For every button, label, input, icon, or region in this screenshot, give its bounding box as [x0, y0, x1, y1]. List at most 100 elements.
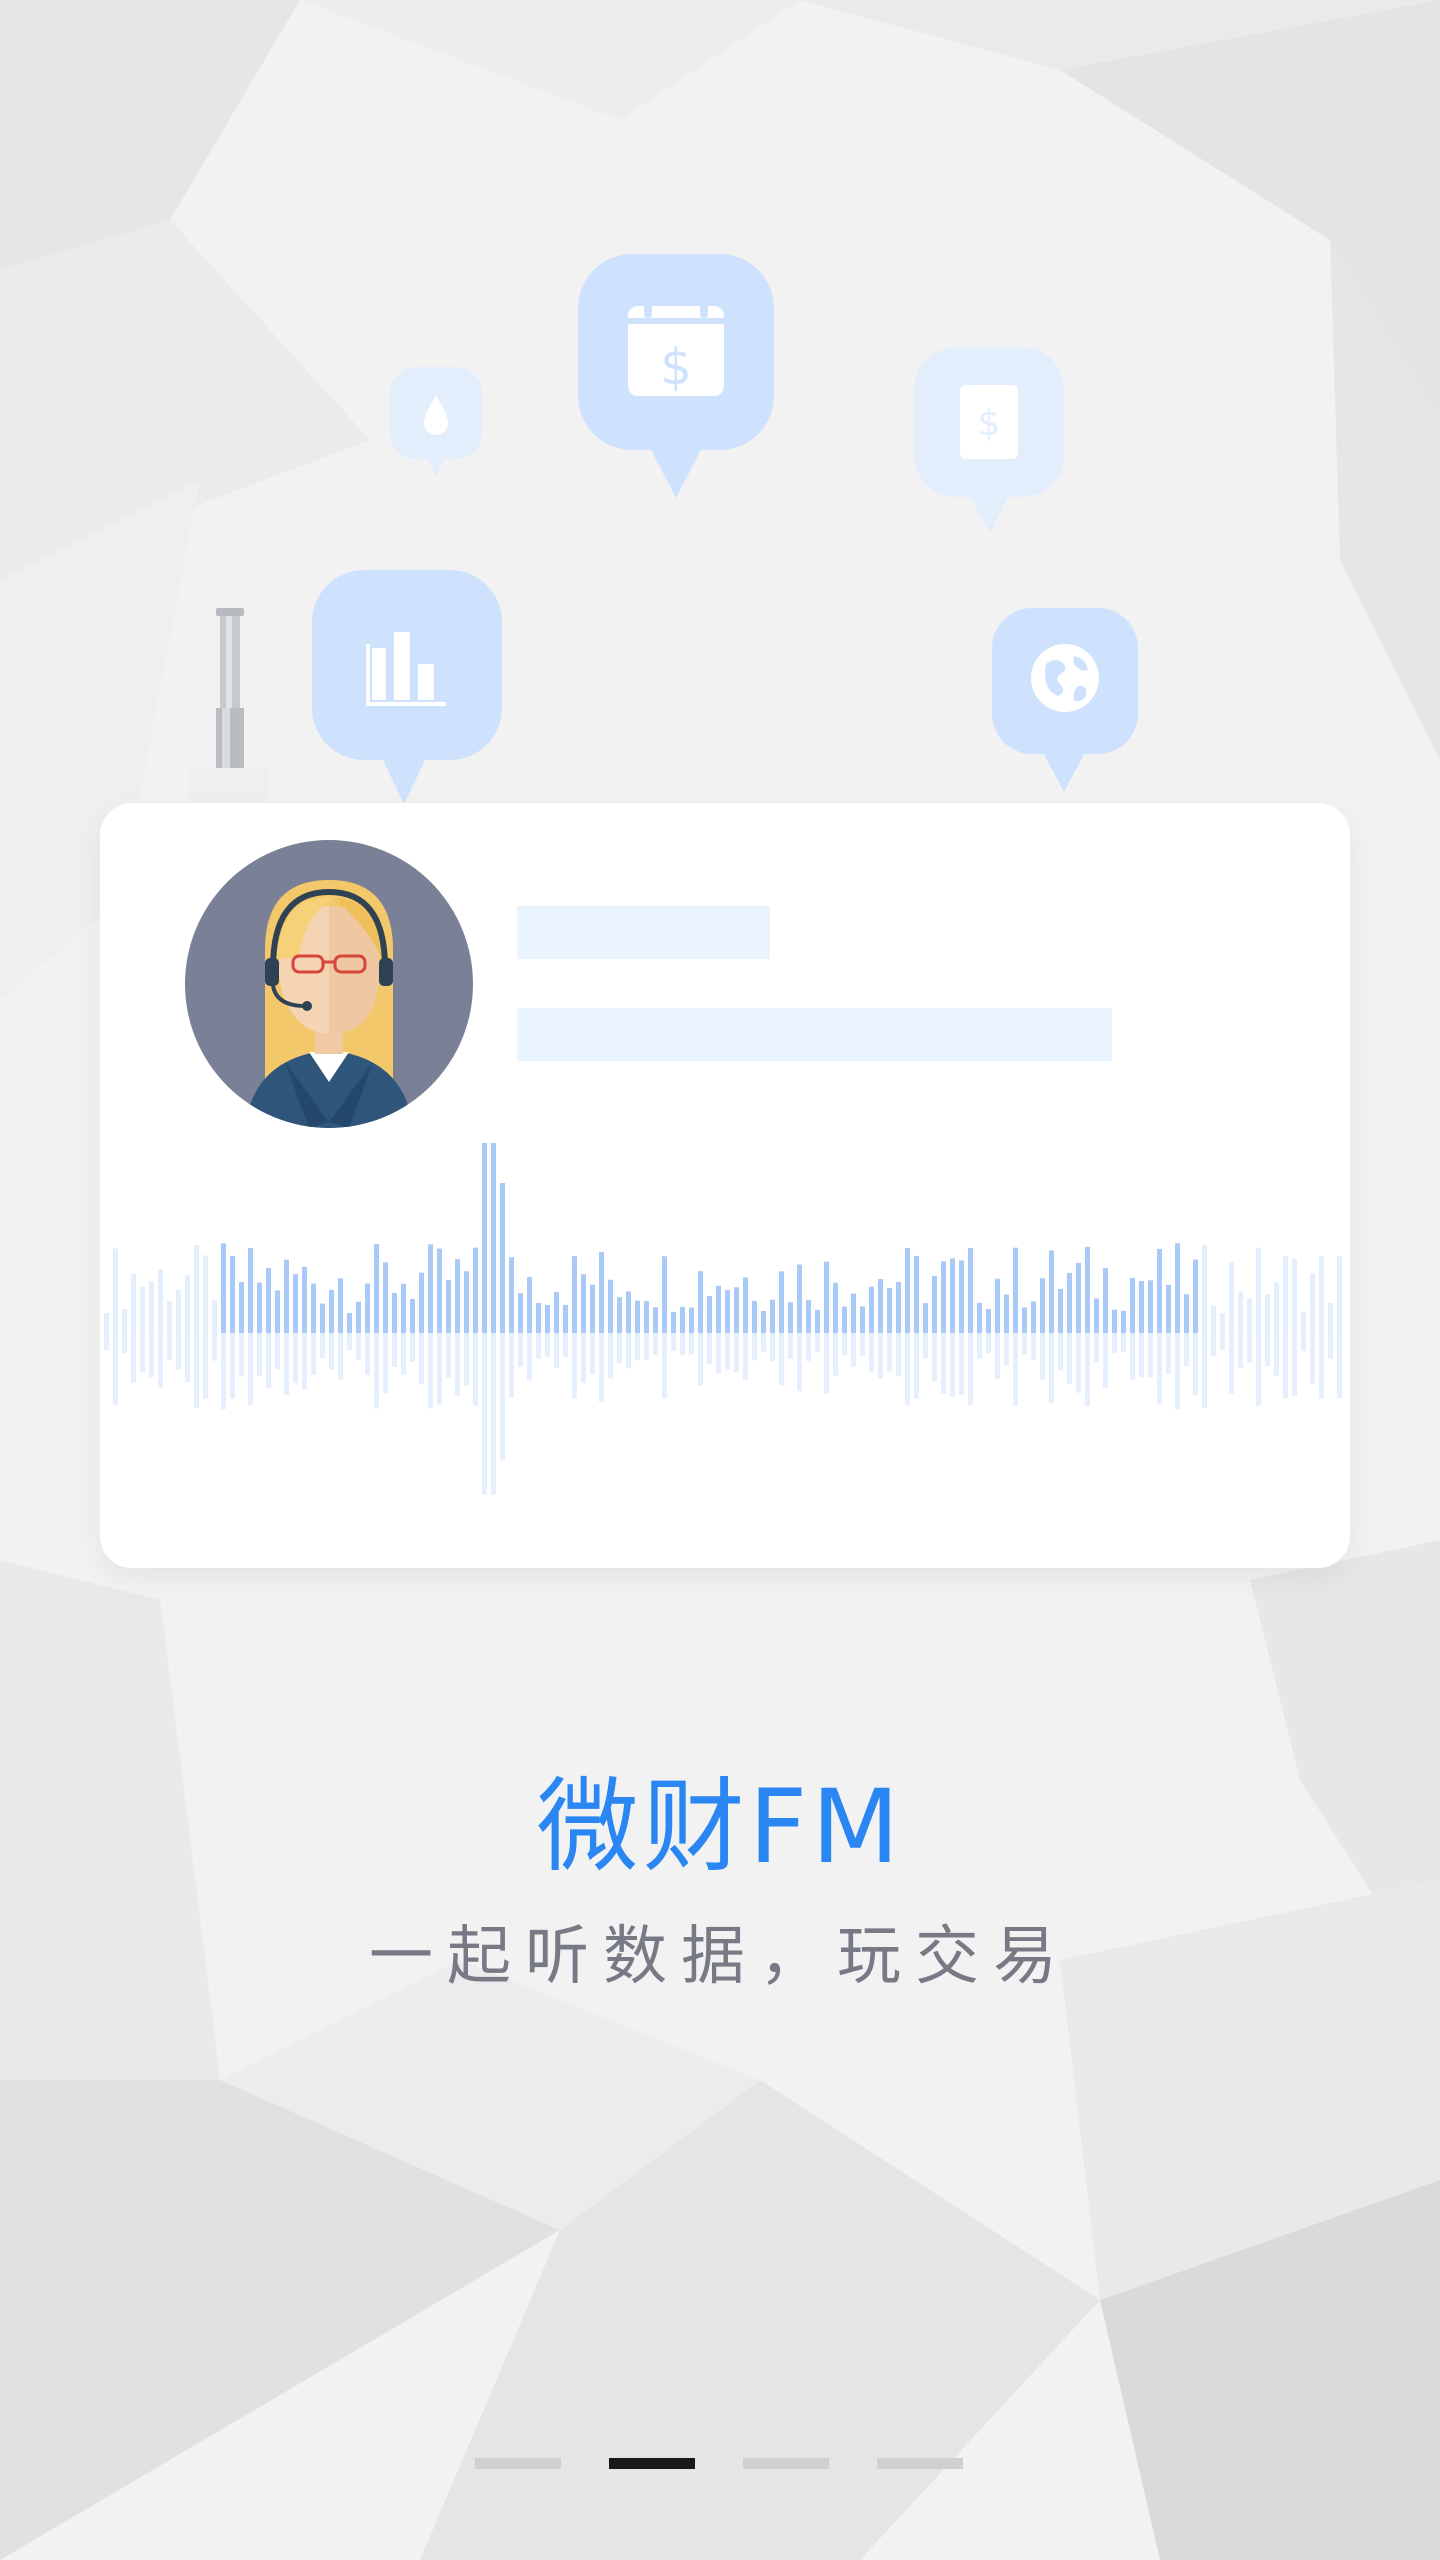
waveform-bar — [1148, 1280, 1153, 1333]
waveform-bar — [779, 1271, 784, 1333]
waveform-bar — [770, 1299, 775, 1333]
waveform-bar — [788, 1302, 793, 1333]
waveform-bar — [329, 1289, 334, 1333]
waveform-bar — [707, 1296, 712, 1333]
waveform-reflection — [905, 1333, 910, 1406]
waveform-bar — [158, 1269, 163, 1333]
waveform-bar — [482, 1143, 487, 1333]
waveform-bar — [554, 1291, 559, 1333]
waveform-bar — [1319, 1255, 1324, 1333]
waveform-bar — [167, 1301, 172, 1333]
waveform-bar — [302, 1266, 307, 1333]
waveform-reflection — [887, 1333, 892, 1372]
waveform-reflection — [914, 1333, 919, 1399]
waveform-reflection — [311, 1333, 316, 1375]
waveform-reflection — [1229, 1333, 1234, 1394]
waveform-reflection — [536, 1333, 541, 1359]
waveform-bar — [887, 1287, 892, 1333]
waveform-bar — [653, 1307, 658, 1333]
bar-chart-bubble — [310, 568, 504, 808]
waveform-bar — [590, 1284, 595, 1333]
host-avatar-icon — [245, 880, 413, 1128]
waveform-bar — [698, 1271, 703, 1333]
waveform-bar — [131, 1273, 136, 1333]
waveform-bar — [662, 1256, 667, 1333]
waveform-reflection — [626, 1333, 631, 1369]
waveform-bar — [878, 1279, 883, 1333]
waveform-reflection — [1013, 1333, 1018, 1406]
waveform-reflection — [410, 1333, 415, 1362]
waveform-bar — [509, 1257, 514, 1333]
waveform-bar — [941, 1261, 946, 1333]
page-dot-1[interactable] — [475, 2458, 561, 2469]
page-dot-4[interactable] — [877, 2458, 963, 2469]
waveform-bar — [248, 1248, 253, 1333]
waveform-bar — [896, 1281, 901, 1333]
radio-card — [100, 803, 1350, 1568]
page-dot-3[interactable] — [743, 2458, 829, 2469]
waveform-reflection — [1166, 1333, 1171, 1374]
waveform-bar — [347, 1312, 352, 1333]
waveform-reflection — [1256, 1333, 1261, 1406]
water-drop-bubble — [388, 365, 484, 485]
waveform-reflection — [1157, 1333, 1162, 1405]
waveform-bar — [932, 1275, 937, 1333]
waveform-reflection — [329, 1333, 334, 1370]
waveform-bar — [1337, 1256, 1342, 1333]
waveform-reflection — [599, 1333, 604, 1402]
waveform-reflection — [968, 1333, 973, 1406]
waveform-reflection — [941, 1333, 946, 1394]
waveform-reflection — [689, 1333, 694, 1355]
waveform-reflection — [401, 1333, 406, 1375]
waveform-bar — [824, 1261, 829, 1333]
waveform-bar — [806, 1300, 811, 1333]
app-subtitle: 一起听数据，玩交易 — [369, 1920, 1071, 1994]
waveform-bar — [293, 1274, 298, 1333]
waveform-reflection — [302, 1333, 307, 1390]
waveform-bar — [1103, 1268, 1108, 1333]
waveform-reflection — [1211, 1333, 1216, 1357]
waveform-bar — [599, 1251, 604, 1333]
waveform-reflection — [1283, 1333, 1288, 1399]
svg-text:$: $ — [660, 338, 692, 396]
waveform-reflection — [482, 1333, 487, 1495]
page-dot-2[interactable] — [609, 2458, 695, 2469]
waveform-reflection — [779, 1333, 784, 1386]
audio-waveform — [104, 1143, 1342, 1495]
waveform-reflection — [725, 1333, 730, 1370]
waveform-reflection — [320, 1333, 325, 1359]
waveform-reflection — [851, 1333, 856, 1367]
waveform-bar — [617, 1297, 622, 1333]
waveform-reflection — [635, 1333, 640, 1361]
waveform-reflection — [590, 1333, 595, 1375]
waveform-bar — [1256, 1247, 1261, 1333]
waveform-reflection — [221, 1333, 226, 1410]
waveform-bar — [1220, 1312, 1225, 1333]
calendar-dollar-icon: $ — [578, 254, 774, 498]
waveform-reflection — [167, 1333, 172, 1360]
waveform-bar — [914, 1255, 919, 1333]
dollar-document-bubble: $ — [912, 345, 1068, 535]
waveform-reflection — [527, 1333, 532, 1381]
waveform-bar — [1139, 1281, 1144, 1333]
waveform-bar — [1022, 1307, 1027, 1333]
waveform-bar — [995, 1278, 1000, 1333]
waveform-reflection — [1310, 1333, 1315, 1384]
waveform-reflection — [104, 1333, 109, 1350]
waveform-bar — [851, 1293, 856, 1333]
waveform-reflection — [1103, 1333, 1108, 1389]
waveform-bar — [644, 1301, 649, 1333]
waveform-bar — [1130, 1278, 1135, 1333]
waveform-bar — [725, 1290, 730, 1333]
waveform-bar — [383, 1262, 388, 1333]
waveform-reflection — [1238, 1333, 1243, 1369]
waveform-bar — [1301, 1311, 1306, 1333]
waveform-reflection — [1193, 1333, 1198, 1396]
waveform-bar — [1013, 1247, 1018, 1333]
waveform-bar — [1031, 1301, 1036, 1333]
waveform-reflection — [338, 1333, 343, 1380]
waveform-bar — [257, 1282, 262, 1333]
globe-icon — [992, 608, 1138, 792]
waveform-reflection — [446, 1333, 451, 1378]
waveform-reflection — [1328, 1333, 1333, 1359]
